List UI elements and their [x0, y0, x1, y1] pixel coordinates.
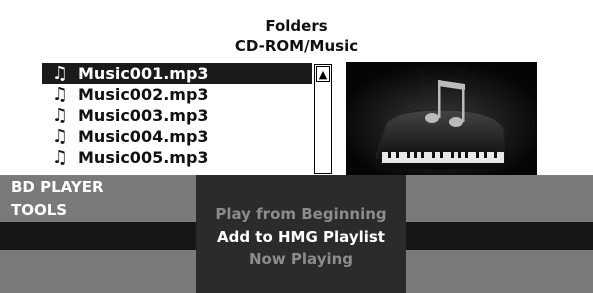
menu-item-now-playing[interactable]: Now Playing [196, 248, 406, 270]
folder-path: CD-ROM/Music [234, 37, 359, 55]
file-list: ♫ Music001.mp3 ♫ Music002.mp3 ♫ Music003… [42, 63, 312, 175]
music-note-icon: ♫ [51, 84, 69, 105]
file-item[interactable]: ♫ Music002.mp3 [42, 84, 312, 105]
page-title: Folders [265, 17, 328, 35]
tools-title: TOOLS [11, 201, 68, 219]
file-item[interactable]: ♫ Music003.mp3 [42, 105, 312, 126]
file-name: Music001.mp3 [78, 64, 209, 83]
menu-item-play-from-beginning[interactable]: Play from Beginning [196, 203, 406, 225]
file-name: Music005.mp3 [78, 148, 209, 167]
file-item[interactable]: ♫ Music004.mp3 [42, 126, 312, 147]
music-note-icon: ♫ [51, 147, 69, 168]
menu-item-add-to-hmg-playlist[interactable]: Add to HMG Playlist [196, 226, 406, 248]
file-name: Music003.mp3 [78, 106, 209, 125]
player-title: BD PLAYER [11, 178, 104, 196]
album-art-thumbnail [346, 62, 537, 175]
file-name: Music002.mp3 [78, 85, 209, 104]
file-item[interactable]: ♫ Music005.mp3 [42, 147, 312, 168]
scroll-up-arrow-icon[interactable]: ▲ [316, 66, 330, 82]
file-name: Music004.mp3 [78, 127, 209, 146]
player-label: BD PLAYER TOOLS [11, 176, 104, 222]
file-item[interactable]: ♫ Music001.mp3 [42, 63, 312, 84]
piano-image [346, 62, 537, 175]
file-list-scrollbar[interactable]: ▲ [314, 64, 332, 174]
music-note-icon: ♫ [51, 126, 69, 147]
header: Folders CD-ROM/Music [0, 16, 593, 56]
tools-menu: Play from Beginning Add to HMG Playlist … [196, 175, 406, 293]
music-note-icon: ♫ [51, 63, 69, 84]
music-note-icon: ♫ [51, 105, 69, 126]
